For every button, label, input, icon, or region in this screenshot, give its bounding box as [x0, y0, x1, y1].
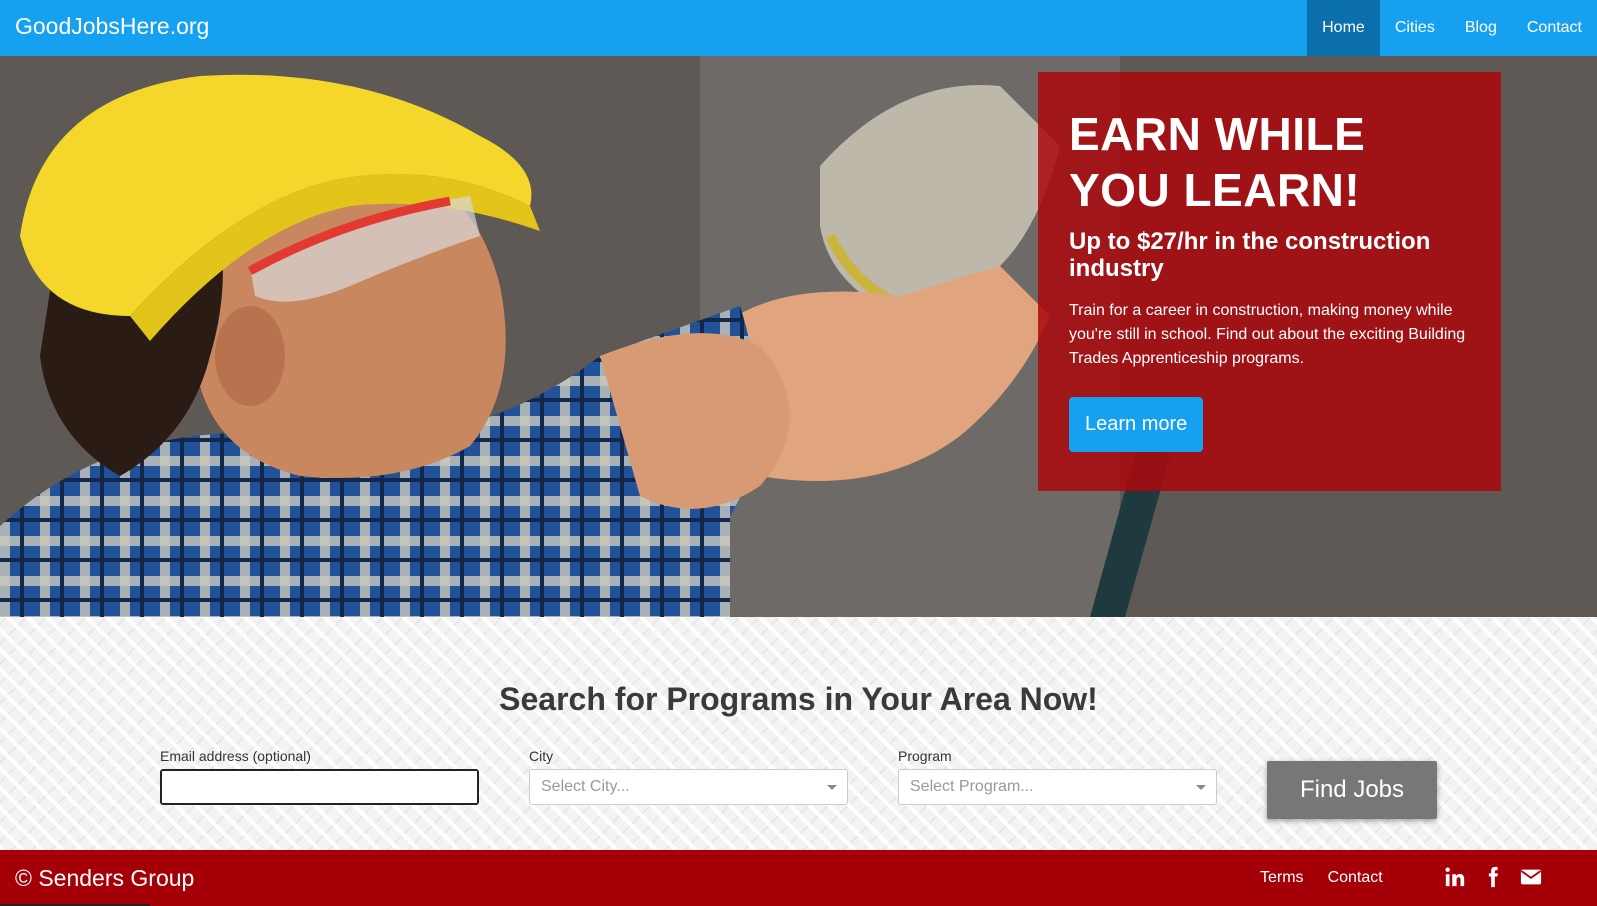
nav-home[interactable]: Home [1307, 0, 1380, 56]
chevron-down-icon [1196, 785, 1206, 790]
hero-body-text: Train for a career in construction, maki… [1069, 302, 1466, 367]
linkedin-icon[interactable] [1444, 866, 1468, 890]
program-search-section: Search for Programs in Your Area Now! Em… [0, 617, 1597, 850]
nav-contact[interactable]: Contact [1512, 0, 1597, 56]
search-title: Search for Programs in Your Area Now! [499, 681, 1098, 717]
brand-logo-link[interactable]: GoodJobsHere.org [15, 13, 209, 40]
chevron-down-icon [827, 785, 837, 790]
footer-contact-link[interactable]: Contact [1328, 869, 1383, 887]
copyright-text: © Senders Group [15, 865, 195, 891]
hero-section: EARN WHILE YOU LEARN! Up to $27/hr in th… [0, 56, 1597, 617]
email-input[interactable] [160, 769, 479, 805]
nav-blog[interactable]: Blog [1450, 0, 1512, 56]
top-navbar: GoodJobsHere.org Home Cities Blog Contac… [0, 0, 1597, 56]
site-footer: © Senders Group Terms Contact [0, 850, 1597, 906]
main-nav: Home Cities Blog Contact [1307, 0, 1597, 56]
envelope-icon[interactable] [1520, 866, 1544, 890]
footer-terms-link[interactable]: Terms [1260, 869, 1304, 887]
city-select[interactable]: Select City... [529, 769, 848, 805]
hero-subheadline: Up to $27/hr in the construction industr… [1069, 228, 1431, 282]
program-select-placeholder: Select Program... [910, 778, 1034, 795]
program-label: Program [898, 748, 952, 764]
email-field-group: Email address (optional) [160, 748, 479, 805]
city-label: City [529, 748, 554, 764]
social-links [1444, 866, 1544, 890]
city-field-group: City Select City... [529, 748, 848, 805]
footer-links: Terms Contact [1260, 869, 1383, 887]
hero-callout-panel: EARN WHILE YOU LEARN! Up to $27/hr in th… [1038, 72, 1501, 491]
email-label: Email address (optional) [160, 748, 311, 764]
nav-cities[interactable]: Cities [1380, 0, 1450, 56]
learn-more-button[interactable]: Learn more [1069, 397, 1204, 452]
hero-headline: EARN WHILE YOU LEARN! [1069, 108, 1366, 216]
facebook-icon[interactable] [1482, 866, 1506, 890]
city-select-placeholder: Select City... [541, 778, 630, 795]
program-select[interactable]: Select Program... [898, 769, 1217, 805]
program-field-group: Program Select Program... [898, 748, 1217, 805]
find-jobs-button[interactable]: Find Jobs [1267, 761, 1437, 819]
